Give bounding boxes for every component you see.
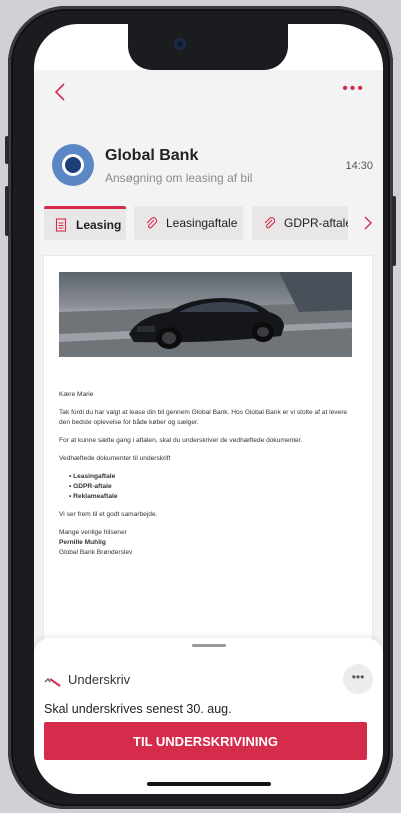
bank-logo-icon [52, 144, 94, 186]
tab-leasing[interactable]: Leasing [44, 206, 126, 240]
paragraph: Tak fordi du har valgt at lease din bil … [59, 409, 348, 426]
sheet-handle[interactable] [192, 644, 226, 647]
sign-row: Underskriv [44, 672, 130, 687]
list-item: Reklameaftale [69, 492, 359, 502]
deadline-text: Skal underskrives senest 30. aug. [44, 702, 232, 716]
document-icon [55, 217, 67, 232]
paragraph: For at kunne sætte gang i aftalen, skal … [59, 437, 303, 444]
signer-name: Pernille Muhlig [59, 539, 106, 546]
tab-label: GDPR-aftale [284, 216, 348, 230]
list-item: GDPR-aftale [69, 482, 359, 492]
side-button [392, 196, 396, 266]
greeting: Kære Marie [59, 391, 94, 398]
mail-area: Kære Marie Tak fordi du har valgt at lea… [34, 246, 383, 666]
sender-header: Global Bank Ansøgning om leasing af bil … [34, 118, 383, 194]
attachment-tabs: Leasing Leasingaftale GDPR-aftale [34, 194, 383, 246]
home-indicator[interactable] [147, 782, 271, 786]
bottom-sheet: Underskriv ••• Skal underskrives senest … [34, 638, 383, 794]
tab-label: Leasing [76, 217, 122, 232]
tab-gdpr-aftale[interactable]: GDPR-aftale [252, 206, 348, 240]
side-button [5, 136, 9, 164]
mail-body: Kære Marie Tak fordi du har valgt at lea… [44, 256, 372, 656]
message-time: 14:30 [345, 160, 373, 172]
side-button [5, 186, 9, 236]
top-bar: ••• [34, 70, 383, 118]
tab-leasingaftale[interactable]: Leasingaftale [134, 206, 243, 240]
car-illustration [59, 272, 352, 357]
closing: Vi ser frem til et godt samarbejde. [59, 511, 158, 518]
attachment-list: Leasingaftale GDPR-aftale Reklameaftale [59, 472, 359, 502]
message-subject: Ansøgning om leasing af bil [105, 171, 253, 185]
phone-frame: ••• Global Bank Ansøgning om leasing af … [5, 6, 396, 809]
car-photo [59, 272, 352, 357]
signature-icon [44, 677, 61, 687]
list-item: Leasingaftale [69, 472, 359, 482]
sign-button[interactable]: TIL UNDERSKRIVINING [44, 722, 367, 760]
sender-name: Global Bank [105, 147, 199, 164]
notch [128, 24, 288, 70]
attachments-heading: Vedhæftede dokumenter til underskrift [59, 455, 171, 462]
paperclip-icon [264, 217, 276, 229]
branch-name: Global Bank Brønderslev [59, 549, 133, 556]
more-options-icon[interactable]: ••• [342, 80, 365, 98]
camera [174, 38, 186, 50]
mail-text: Kære Marie Tak fordi du har valgt at lea… [59, 390, 359, 558]
more-options-button[interactable]: ••• [343, 664, 373, 694]
tab-label: Leasingaftale [166, 216, 238, 230]
chevron-right-icon[interactable] [363, 216, 373, 230]
regards: Mange venlige hilsener [59, 529, 127, 536]
paperclip-icon [146, 217, 158, 229]
screen: ••• Global Bank Ansøgning om leasing af … [34, 24, 383, 794]
sign-label: Underskriv [68, 672, 131, 687]
chevron-left-icon[interactable] [52, 80, 70, 104]
